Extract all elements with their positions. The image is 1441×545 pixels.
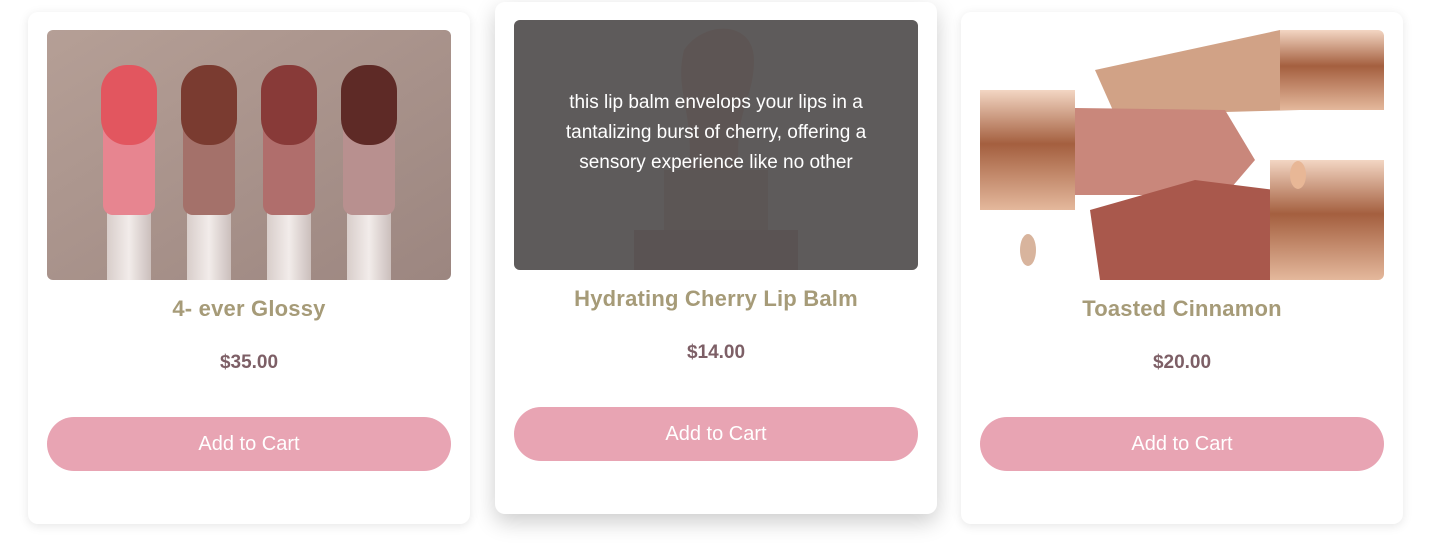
product-grid: 4- ever Glossy $35.00 Add to Cart this l… [0, 0, 1441, 545]
add-to-cart-button[interactable]: Add to Cart [47, 417, 451, 471]
add-to-cart-button[interactable]: Add to Cart [980, 417, 1384, 471]
product-price: $35.00 [219, 352, 279, 373]
product-name[interactable]: 4- ever Glossy [28, 296, 470, 322]
lip-gloss-wands-image[interactable] [47, 30, 451, 280]
add-to-cart-button[interactable]: Add to Cart [514, 407, 918, 461]
product-card[interactable]: this lip balm envelops your lips in a ta… [495, 2, 937, 514]
lip-balm-image[interactable]: this lip balm envelops your lips in a ta… [514, 20, 918, 270]
product-name[interactable]: Toasted Cinnamon [961, 296, 1403, 322]
product-name[interactable]: Hydrating Cherry Lip Balm [495, 286, 937, 312]
product-price: $20.00 [1152, 352, 1212, 373]
product-card[interactable]: Toasted Cinnamon $20.00 Add to Cart [961, 12, 1403, 524]
lipsticks-image[interactable] [980, 30, 1384, 280]
product-description-overlay: this lip balm envelops your lips in a ta… [514, 20, 918, 270]
product-description: this lip balm envelops your lips in a ta… [565, 92, 867, 173]
product-price: $14.00 [686, 342, 746, 363]
product-card[interactable]: 4- ever Glossy $35.00 Add to Cart [28, 12, 470, 524]
